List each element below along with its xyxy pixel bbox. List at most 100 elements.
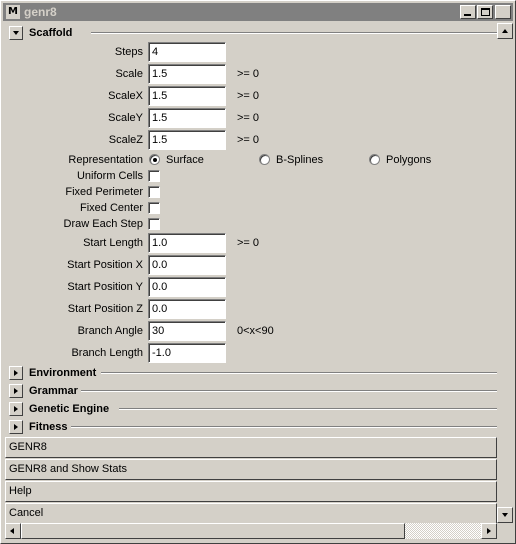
radio-surface-label: Surface (166, 154, 204, 166)
genr8-button[interactable]: GENR8 (5, 437, 497, 458)
branch-angle-label: Branch Angle (77, 325, 143, 337)
row-scale: Scale 1.5 >= 0 (5, 64, 497, 86)
horizontal-scroll-thumb[interactable] (21, 523, 405, 539)
draw-each-step-checkbox[interactable] (148, 218, 160, 230)
collapse-toggle[interactable] (9, 26, 23, 40)
maximize-icon (481, 8, 490, 16)
fixed-perimeter-label: Fixed Perimeter (65, 186, 143, 198)
fixed-center-checkbox[interactable] (148, 202, 160, 214)
start-pos-x-field[interactable]: 0.0 (148, 255, 226, 275)
radio-b-splines-label: B-Splines (276, 154, 324, 166)
minimize-button[interactable] (460, 5, 476, 19)
radio-button[interactable] (149, 154, 160, 165)
frame-divider (101, 372, 497, 374)
row-draw-each-step: Draw Each Step (5, 217, 497, 233)
frame-divider (119, 408, 497, 410)
triangle-down-icon (13, 31, 19, 35)
start-pos-y-field[interactable]: 0.0 (148, 277, 226, 297)
genr8-window: M genr8 × Scaffold Steps 4 Scale 1.5 >= … (0, 0, 516, 544)
branch-angle-field[interactable]: 30 (148, 321, 226, 341)
frame-grammar[interactable]: Grammar (5, 383, 497, 399)
start-pos-z-field[interactable]: 0.0 (148, 299, 226, 319)
branch-angle-hint: 0<x<90 (237, 325, 274, 337)
branch-length-field[interactable]: -1.0 (148, 343, 226, 363)
frame-fitness[interactable]: Fitness (5, 419, 497, 435)
frame-divider (71, 426, 497, 428)
window-title: genr8 (24, 5, 57, 19)
frame-label-grammar: Grammar (29, 384, 80, 398)
frame-scaffold[interactable]: Scaffold (5, 25, 497, 41)
scale-z-label: ScaleZ (108, 134, 143, 146)
row-scale-z: ScaleZ 1.5 >= 0 (5, 130, 497, 152)
title-bar-buttons: × (459, 5, 511, 19)
genr8-show-stats-button[interactable]: GENR8 and Show Stats (5, 459, 497, 480)
radio-polygons-label: Polygons (386, 154, 432, 166)
branch-length-label: Branch Length (71, 347, 143, 359)
start-length-field[interactable]: 1.0 (148, 233, 226, 253)
row-fixed-center: Fixed Center (5, 201, 497, 217)
maya-icon: M (6, 5, 20, 19)
radio-button[interactable] (369, 154, 380, 165)
uniform-cells-checkbox[interactable] (148, 170, 160, 182)
row-branch-angle: Branch Angle 30 0<x<90 (5, 321, 497, 343)
maximize-button[interactable] (477, 5, 493, 19)
triangle-right-icon (14, 406, 18, 412)
triangle-right-icon (14, 388, 18, 394)
expand-toggle[interactable] (9, 420, 23, 434)
start-pos-y-label: Start Position Y (67, 281, 143, 293)
arrow-right-icon (487, 528, 491, 534)
frame-divider (91, 32, 497, 34)
frame-label-scaffold: Scaffold (29, 26, 75, 40)
fixed-center-label: Fixed Center (80, 202, 143, 214)
steps-field[interactable]: 4 (148, 42, 226, 62)
row-fixed-perimeter: Fixed Perimeter (5, 185, 497, 201)
triangle-right-icon (14, 424, 18, 430)
radio-button[interactable] (259, 154, 270, 165)
scale-x-hint: >= 0 (237, 90, 260, 102)
row-start-pos-y: Start Position Y 0.0 (5, 277, 497, 299)
close-icon: × (497, 5, 509, 19)
minimize-icon (464, 14, 471, 16)
start-length-hint: >= 0 (237, 237, 260, 249)
scale-y-field[interactable]: 1.5 (148, 108, 226, 128)
row-start-pos-x: Start Position X 0.0 (5, 255, 497, 277)
scroll-down-button[interactable] (497, 507, 513, 523)
scale-z-field[interactable]: 1.5 (148, 130, 226, 150)
draw-each-step-label: Draw Each Step (63, 218, 143, 230)
vertical-scroll-track[interactable] (497, 39, 513, 507)
frame-divider (81, 390, 497, 392)
scale-field[interactable]: 1.5 (148, 64, 226, 84)
scroll-content: Scaffold Steps 4 Scale 1.5 >= 0 ScaleX 1… (5, 23, 497, 523)
row-uniform-cells: Uniform Cells (5, 169, 497, 185)
title-bar[interactable]: M genr8 × (3, 3, 513, 21)
uniform-cells-label: Uniform Cells (76, 170, 143, 182)
vertical-scrollbar[interactable] (497, 23, 513, 523)
arrow-up-icon (502, 29, 508, 33)
cancel-button[interactable]: Cancel (5, 503, 497, 523)
close-button[interactable]: × (495, 5, 511, 19)
scrollbar-corner (497, 523, 513, 539)
help-button[interactable]: Help (5, 481, 497, 502)
start-pos-z-label: Start Position Z (67, 303, 143, 315)
expand-toggle[interactable] (9, 384, 23, 398)
horizontal-scrollbar[interactable] (5, 523, 497, 539)
scroll-left-button[interactable] (5, 523, 21, 539)
scroll-up-button[interactable] (497, 23, 513, 39)
fixed-perimeter-checkbox[interactable] (148, 186, 160, 198)
frame-environment[interactable]: Environment (5, 365, 497, 381)
expand-toggle[interactable] (9, 366, 23, 380)
scale-x-field[interactable]: 1.5 (148, 86, 226, 106)
expand-toggle[interactable] (9, 402, 23, 416)
start-pos-x-label: Start Position X (67, 259, 143, 271)
row-branch-length: Branch Length -1.0 (5, 343, 497, 365)
scroll-right-button[interactable] (481, 523, 497, 539)
scale-hint: >= 0 (237, 68, 260, 80)
representation-label: Representation (68, 154, 143, 166)
steps-label: Steps (114, 46, 143, 58)
arrow-left-icon (10, 528, 14, 534)
row-start-pos-z: Start Position Z 0.0 (5, 299, 497, 321)
row-representation: Representation Surface B-Splines Polygon… (5, 153, 497, 169)
frame-genetic-engine[interactable]: Genetic Engine (5, 401, 497, 417)
scale-y-hint: >= 0 (237, 112, 260, 124)
row-scale-x: ScaleX 1.5 >= 0 (5, 86, 497, 108)
